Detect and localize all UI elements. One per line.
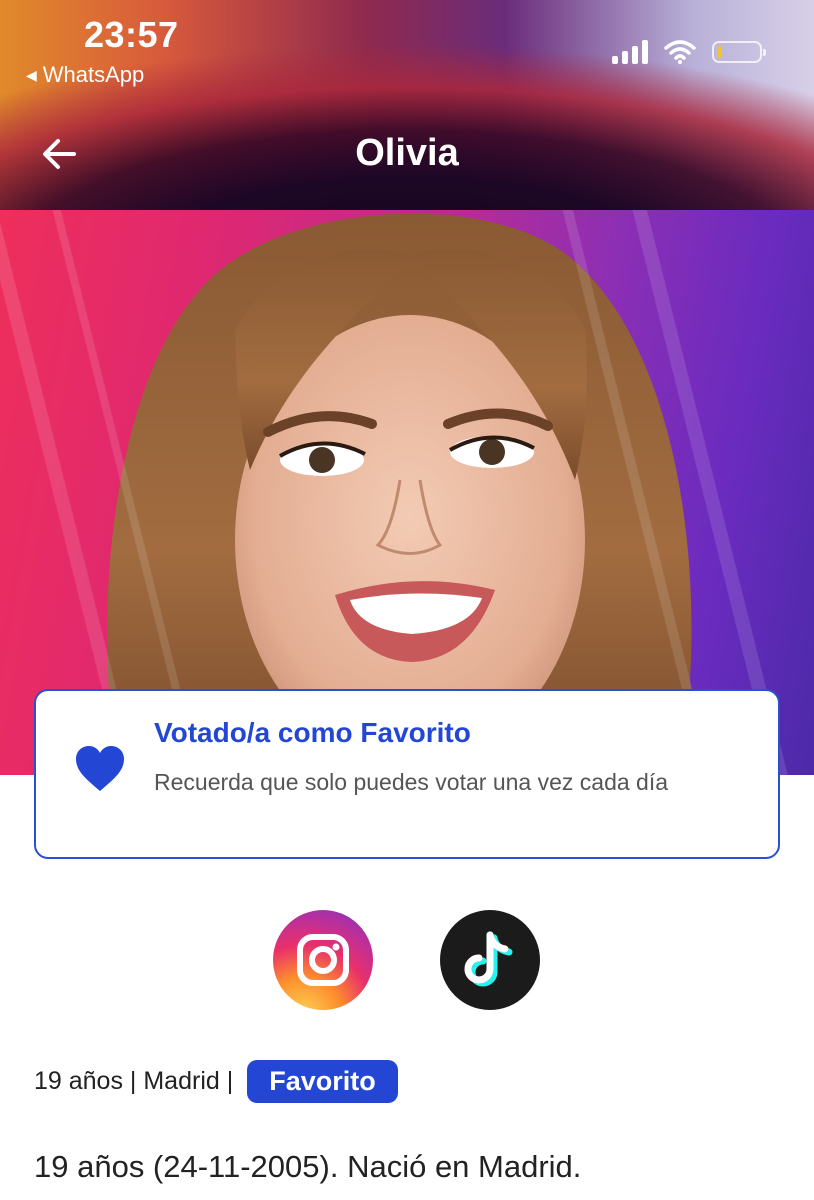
favorite-card-text: Recuerda que solo puedes votar una vez c… <box>154 769 669 795</box>
back-app-label: WhatsApp <box>42 62 145 87</box>
instagram-icon <box>297 934 349 986</box>
favorite-card-title: Votado/a como Favorito <box>154 717 471 748</box>
tiktok-button[interactable] <box>440 910 540 1010</box>
top-header: 23:57 ◀ WhatsApp Olivia <box>0 0 814 210</box>
instagram-button[interactable] <box>273 910 373 1010</box>
back-triangle-icon: ◀ <box>26 66 37 83</box>
tiktok-icon <box>464 931 513 987</box>
profile-meta: 19 años | Madrid | Favorito <box>34 1060 398 1103</box>
favorite-vote-card: Votado/a como Favorito Recuerda que solo… <box>34 689 780 859</box>
battery-icon <box>712 41 766 63</box>
page-title: Olivia <box>355 132 459 174</box>
city-text: Madrid <box>143 1067 220 1095</box>
biography-text: 19 años (24-11-2005). Nació en Madrid. <box>34 1149 582 1184</box>
separator: | <box>219 1067 234 1095</box>
wifi-icon <box>664 40 696 64</box>
battery-level <box>717 46 722 58</box>
back-to-app-link[interactable]: ◀ WhatsApp <box>26 62 144 88</box>
cellular-signal-icon <box>612 40 648 64</box>
age-text: 19 años <box>34 1067 123 1095</box>
status-time: 23:57 <box>84 14 179 55</box>
separator: | <box>122 1067 144 1095</box>
heart-icon <box>76 746 124 791</box>
status-badge: Favorito <box>247 1060 398 1103</box>
status-icons <box>612 40 766 64</box>
